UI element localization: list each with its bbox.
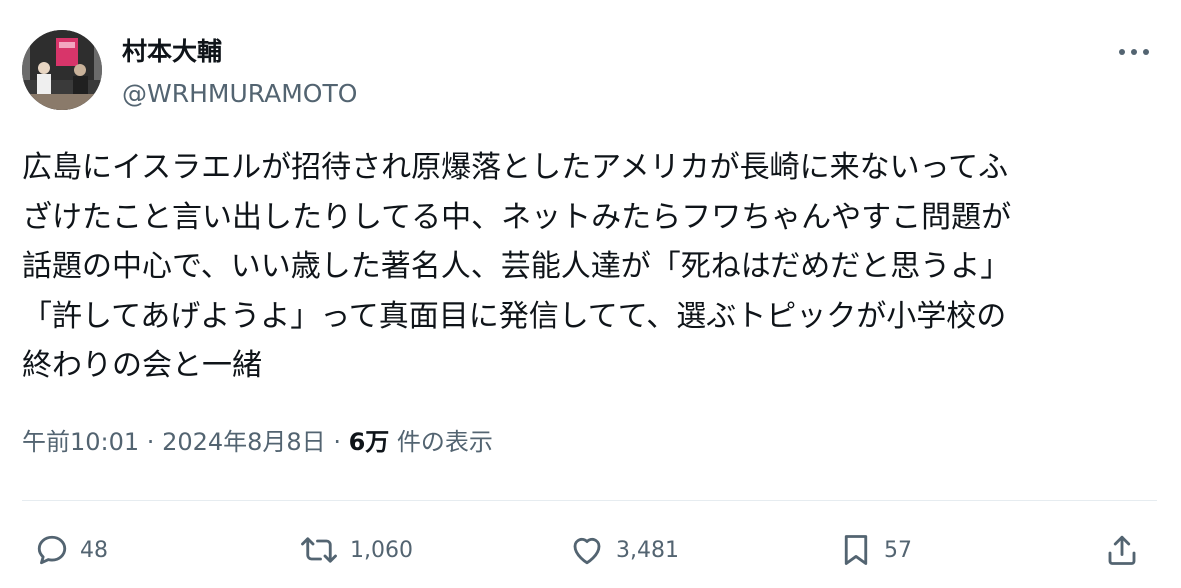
like-count: 3,481 <box>616 537 679 563</box>
share-button[interactable] <box>1104 530 1140 570</box>
author-handle[interactable]: @WRHMURAMOTO <box>122 78 357 110</box>
reply-bubble-icon <box>37 535 67 565</box>
heart-icon <box>573 537 601 565</box>
retweet-count: 1,060 <box>350 537 413 563</box>
meta-separator: · <box>139 428 163 456</box>
author-name[interactable]: 村本大輔 <box>122 36 222 68</box>
meta-separator: · <box>325 428 349 456</box>
tweet-card: 村本大輔 @WRHMURAMOTO 広島にイスラエルが招待され原爆落としたアメリ… <box>0 0 1181 588</box>
bookmark-button[interactable]: 57 <box>838 530 912 570</box>
tweet-meta: 午前10:01 · 2024年8月8日 · 6万 件の表示 <box>22 426 493 458</box>
tweet-text: 広島にイスラエルが招待され原爆落としたアメリカが長崎に来ないってふ ざけたこと言… <box>22 150 1012 383</box>
more-options-button[interactable] <box>1112 36 1156 68</box>
share-icon <box>1108 535 1136 565</box>
reply-count: 48 <box>80 537 108 563</box>
like-button[interactable]: 3,481 <box>568 530 679 570</box>
retweet-icon <box>301 537 337 563</box>
retweet-button[interactable]: 1,060 <box>298 530 413 570</box>
reply-button[interactable]: 48 <box>34 530 108 570</box>
bookmark-icon <box>844 535 868 565</box>
views-label: 件の表示 <box>389 428 493 456</box>
views-count: 6万 <box>348 428 390 456</box>
more-dots-icon <box>1119 49 1149 55</box>
avatar-photo <box>22 30 102 110</box>
bookmark-count: 57 <box>884 537 912 563</box>
tweet-time[interactable]: 午前10:01 <box>22 428 139 456</box>
avatar[interactable] <box>22 30 102 110</box>
divider <box>22 500 1157 501</box>
tweet-date[interactable]: 2024年8月8日 <box>162 428 326 456</box>
